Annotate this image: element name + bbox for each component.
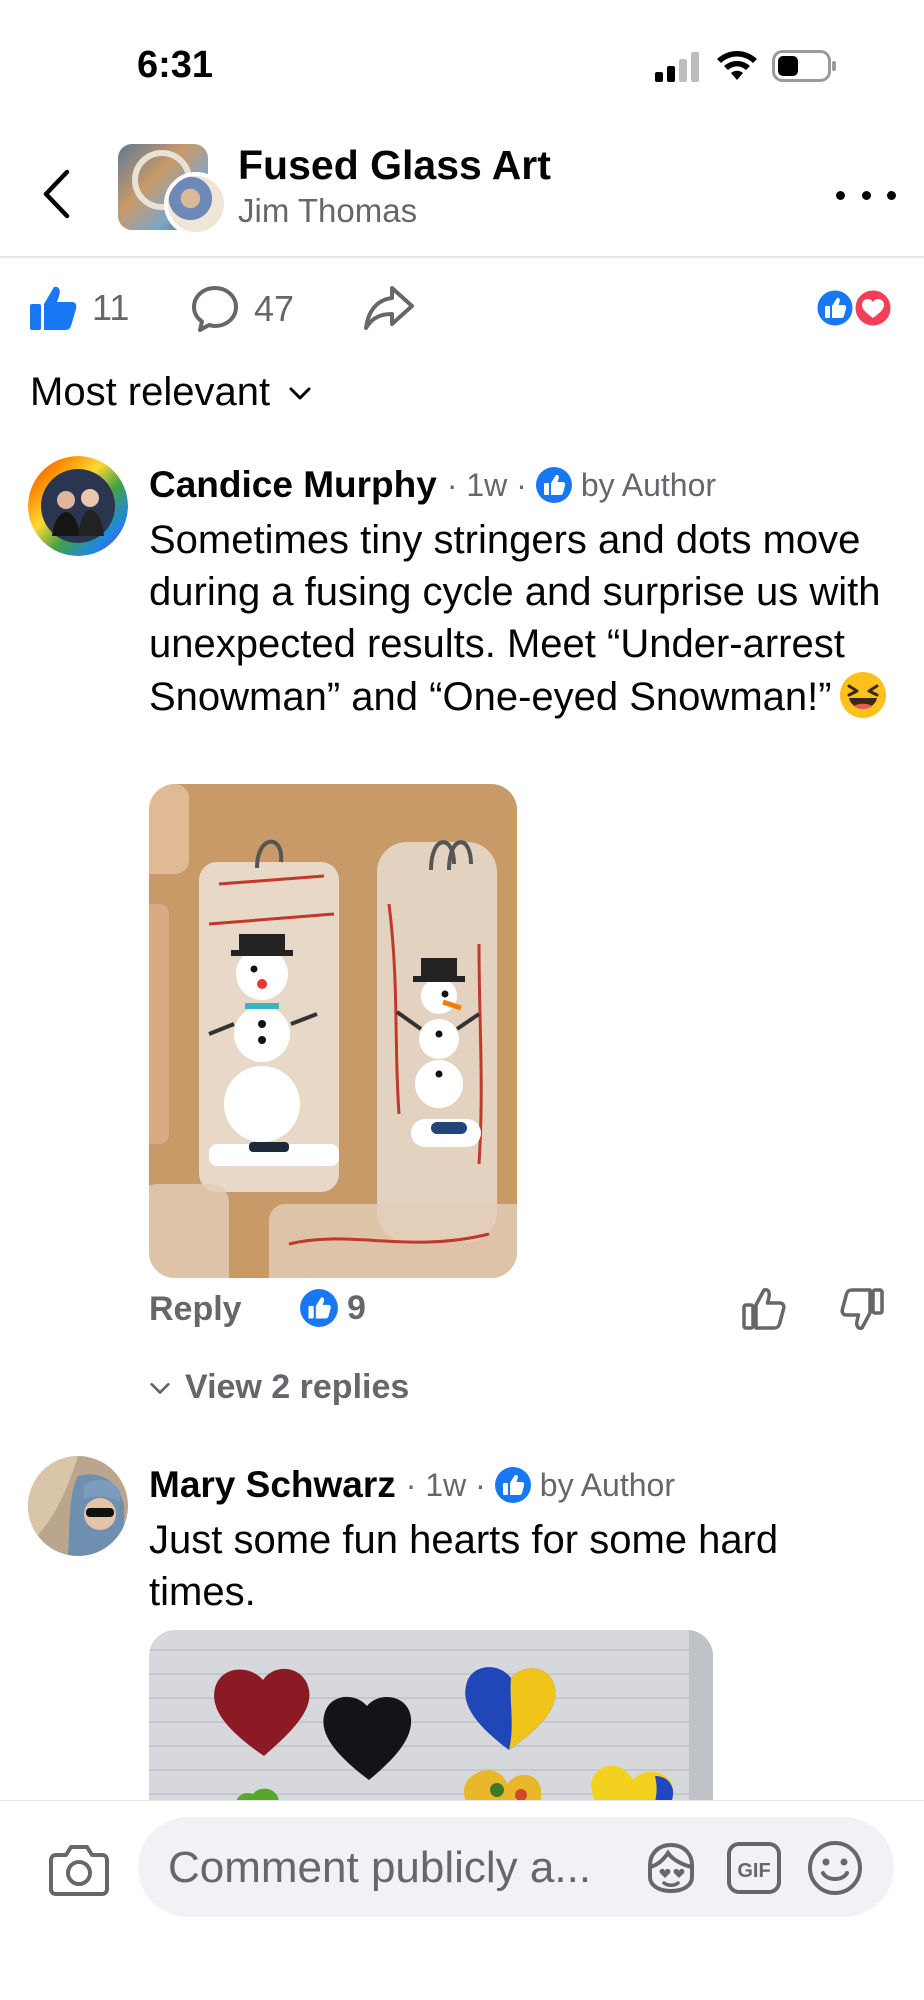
camera-icon[interactable] (48, 1841, 110, 1899)
comment-photo-hearts[interactable] (149, 1630, 713, 1810)
chevron-down-icon (289, 387, 311, 399)
chevron-down-icon (150, 1382, 170, 1394)
comment-header: Mary Schwarz · 1w · by Author (149, 1464, 675, 1506)
sort-label: Most relevant (30, 370, 271, 414)
comment-text: Sometimes tiny stringers and dots move d… (149, 514, 889, 723)
group-title[interactable]: Fused Glass Art (238, 142, 551, 189)
author-like-badge-icon (494, 1467, 531, 1503)
comment-actions: Reply 9 (149, 1288, 889, 1340)
comment-text: Just some fun hearts for some hard times… (149, 1518, 779, 1614)
avatar-sticker-icon[interactable] (642, 1839, 700, 1897)
comment-sort-dropdown[interactable]: Most relevant (30, 370, 312, 415)
comment-count: 47 (254, 288, 295, 329)
battery-icon (772, 50, 836, 82)
emoji-icon[interactable] (806, 1839, 864, 1897)
view-replies-button[interactable]: View 2 replies (149, 1368, 409, 1407)
cellular-signal-icon (655, 52, 699, 82)
back-button[interactable] (36, 164, 76, 224)
reply-button[interactable]: Reply (149, 1290, 242, 1329)
share-icon[interactable] (362, 282, 416, 332)
comment-photo-snowmen[interactable] (149, 784, 517, 1278)
author-like-badge-icon (535, 467, 572, 503)
commenter-avatar[interactable] (28, 456, 128, 556)
comment-input[interactable]: Comment publicly a... GIF (138, 1817, 894, 1917)
commenter-name[interactable]: Candice Murphy (149, 464, 437, 506)
reaction-summary-icon[interactable] (813, 288, 895, 328)
group-post-header: Fused Glass Art Jim Thomas (0, 130, 924, 258)
status-bar: 6:31 (0, 0, 924, 130)
comment-composer: Comment publicly a... GIF (0, 1800, 924, 2000)
author-badge-label: by Author (539, 1466, 675, 1503)
gif-icon[interactable]: GIF (726, 1841, 782, 1895)
wifi-icon (717, 51, 757, 80)
commenter-avatar[interactable] (28, 1456, 128, 1556)
like-button[interactable]: 11 (28, 284, 129, 332)
post-reaction-row: 11 47 (0, 258, 924, 368)
comment-bubble-icon (192, 286, 238, 332)
like-count: 11 (92, 287, 130, 328)
like-badge-icon (300, 1289, 338, 1327)
post-author-name[interactable]: Jim Thomas (238, 192, 417, 230)
commenter-name[interactable]: Mary Schwarz (149, 1464, 396, 1506)
thumbs-up-filled-icon (30, 286, 77, 330)
status-time: 6:31 (137, 44, 214, 86)
author-avatar[interactable] (164, 172, 228, 236)
more-options-button[interactable] (836, 180, 896, 210)
comment-header: Candice Murphy · 1w · by Author (149, 464, 716, 506)
comment-time: · 1w · (446, 466, 527, 503)
thumbs-up-outline-icon[interactable] (741, 1286, 787, 1332)
laughing-squint-emoji-icon (839, 672, 886, 718)
comment-input-placeholder: Comment publicly a... (168, 1843, 592, 1892)
author-badge-label: by Author (580, 466, 717, 503)
thumbs-down-outline-icon[interactable] (839, 1286, 885, 1332)
comment-like-count: 9 (347, 1288, 366, 1327)
comment-time: · 1w · (405, 1466, 486, 1503)
comment-reaction-count[interactable]: 9 (299, 1288, 366, 1328)
svg-text:GIF: GIF (737, 1860, 770, 1882)
chevron-left-icon (43, 169, 70, 219)
comment-button[interactable]: 47 (190, 284, 294, 334)
